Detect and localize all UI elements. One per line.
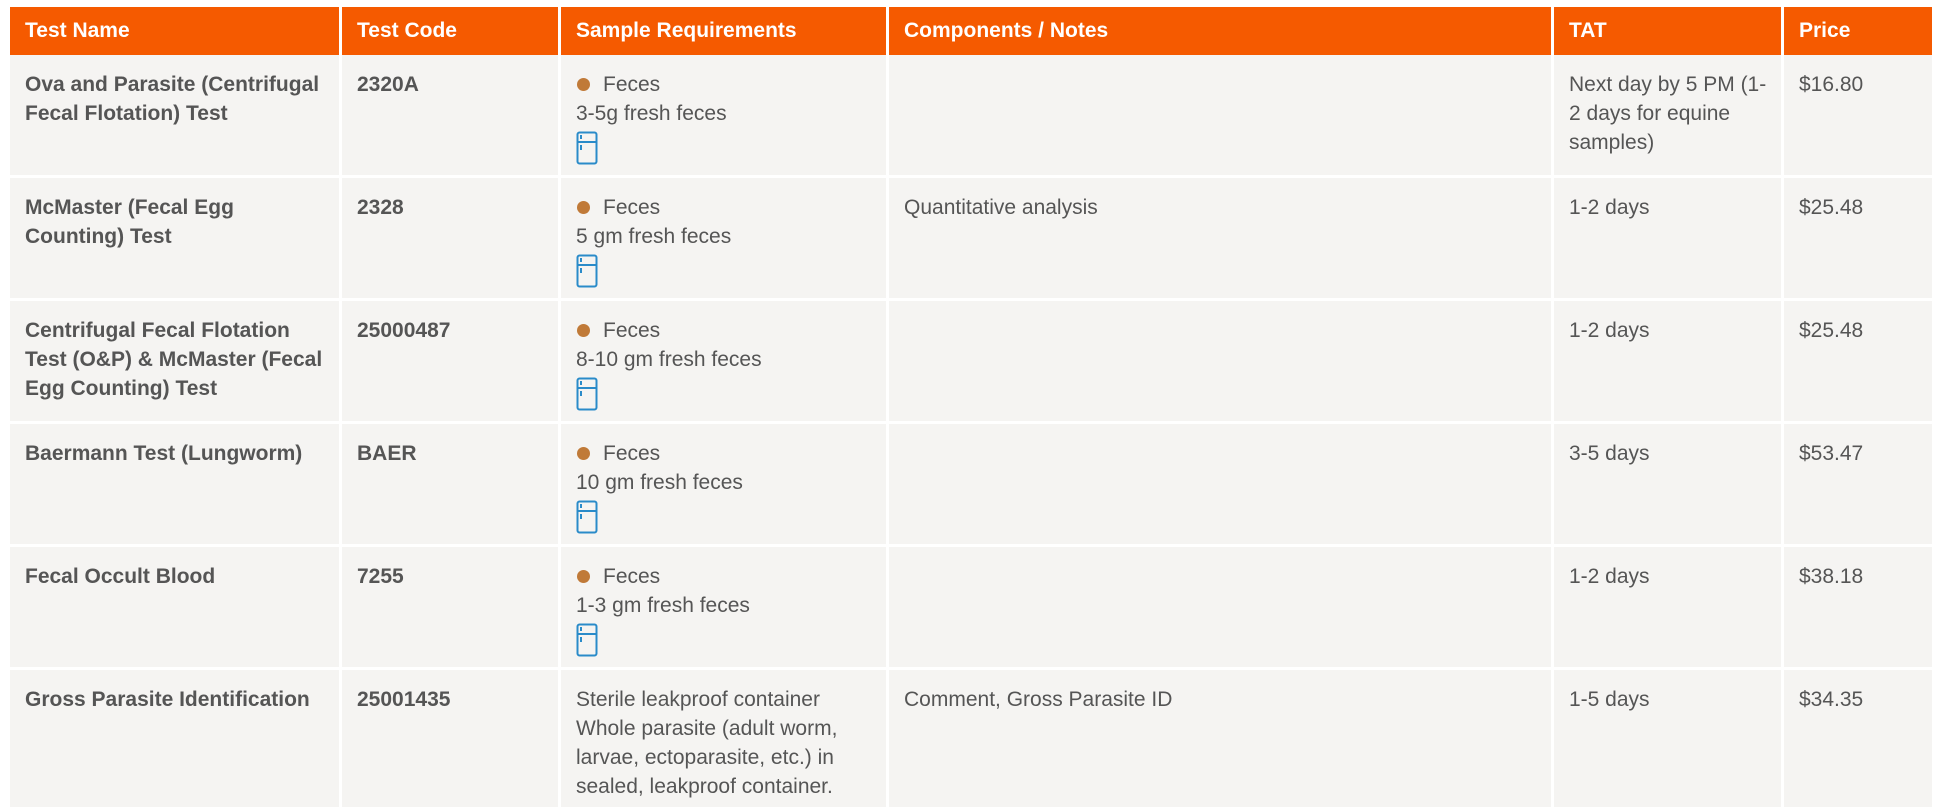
tat-cell: 1-5 days	[1554, 670, 1784, 810]
test-name-cell: Baermann Test (Lungworm)	[10, 424, 342, 547]
sample-requirements-cell: Feces 10 gm fresh feces	[561, 424, 889, 547]
table-row: Gross Parasite Identification 25001435 S…	[10, 670, 1932, 810]
sample-amount: 3-5g fresh feces	[576, 102, 727, 125]
components-notes-cell	[889, 547, 1554, 670]
sample-type-label: Feces	[603, 442, 661, 465]
test-code-cell: 25000487	[342, 301, 561, 424]
table-row: Fecal Occult Blood 7255 Feces 1-3 gm fre…	[10, 547, 1932, 670]
test-code-cell: 7255	[342, 547, 561, 670]
header-tat: TAT	[1554, 7, 1784, 55]
sample-description-text: Whole parasite (adult worm, larvae, ecto…	[576, 717, 838, 798]
tat-cell: 1-2 days	[1554, 547, 1784, 670]
components-notes-cell	[889, 55, 1554, 178]
table-row: Baermann Test (Lungworm) BAER Feces 10 g…	[10, 424, 1932, 547]
sample-amount: 1-3 gm fresh feces	[576, 594, 750, 617]
table-header-row: Test Name Test Code Sample Requirements …	[10, 7, 1932, 55]
components-notes-cell: Quantitative analysis	[889, 178, 1554, 301]
sample-requirements-cell: Feces 3-5g fresh feces	[561, 55, 889, 178]
components-notes-cell	[889, 301, 1554, 424]
sample-type: Feces	[576, 193, 872, 222]
sample-type-label: Feces	[603, 196, 661, 219]
sample-amount: 8-10 gm fresh feces	[576, 348, 762, 371]
sample-type: Feces	[576, 562, 872, 591]
tat-cell: 1-2 days	[1554, 178, 1784, 301]
price-cell: $53.47	[1784, 424, 1932, 547]
price-cell: $25.48	[1784, 178, 1932, 301]
sample-type-label: Feces	[603, 73, 661, 96]
refrigerator-icon	[576, 131, 598, 165]
price-cell: $38.18	[1784, 547, 1932, 670]
sample-dot-icon	[577, 201, 590, 214]
header-sample-requirements: Sample Requirements	[561, 7, 889, 55]
test-name-cell: Gross Parasite Identification	[10, 670, 342, 810]
sample-container-text: Sterile leakproof container	[576, 688, 820, 711]
sample-type-label: Feces	[603, 565, 661, 588]
sample-requirements-cell: Feces 8-10 gm fresh feces	[561, 301, 889, 424]
test-code-cell: 25001435	[342, 670, 561, 810]
sample-dot-icon	[577, 78, 590, 91]
price-cell: $16.80	[1784, 55, 1932, 178]
table-row: Centrifugal Fecal Flotation Test (O&P) &…	[10, 301, 1932, 424]
price-cell: $34.35	[1784, 670, 1932, 810]
header-components-notes: Components / Notes	[889, 7, 1554, 55]
header-price: Price	[1784, 7, 1932, 55]
test-code-cell: 2320A	[342, 55, 561, 178]
sample-type: Feces	[576, 70, 872, 99]
test-name-cell: Fecal Occult Blood	[10, 547, 342, 670]
tat-cell: 1-2 days	[1554, 301, 1784, 424]
refrigerator-icon	[576, 623, 598, 657]
test-name-cell: Centrifugal Fecal Flotation Test (O&P) &…	[10, 301, 342, 424]
header-test-code: Test Code	[342, 7, 561, 55]
tat-cell: 3-5 days	[1554, 424, 1784, 547]
test-code-cell: 2328	[342, 178, 561, 301]
sample-requirements-cell: Feces 1-3 gm fresh feces	[561, 547, 889, 670]
price-cell: $25.48	[1784, 301, 1932, 424]
sample-amount: 10 gm fresh feces	[576, 471, 743, 494]
header-test-name: Test Name	[10, 7, 342, 55]
test-price-table: Test Name Test Code Sample Requirements …	[10, 7, 1932, 810]
sample-dot-icon	[577, 324, 590, 337]
components-notes-cell: Comment, Gross Parasite ID	[889, 670, 1554, 810]
sample-type-label: Feces	[603, 319, 661, 342]
sample-amount: 5 gm fresh feces	[576, 225, 732, 248]
test-code-cell: BAER	[342, 424, 561, 547]
components-notes-cell	[889, 424, 1554, 547]
test-name-cell: McMaster (Fecal Egg Counting) Test	[10, 178, 342, 301]
sample-requirements-cell: Feces 5 gm fresh feces	[561, 178, 889, 301]
sample-type: Feces	[576, 439, 872, 468]
table-row: Ova and Parasite (Centrifugal Fecal Flot…	[10, 55, 1932, 178]
refrigerator-icon	[576, 377, 598, 411]
test-name-cell: Ova and Parasite (Centrifugal Fecal Flot…	[10, 55, 342, 178]
sample-type: Feces	[576, 316, 872, 345]
table-row: McMaster (Fecal Egg Counting) Test 2328 …	[10, 178, 1932, 301]
test-table-container: Test Name Test Code Sample Requirements …	[10, 7, 1932, 810]
sample-requirements-cell: Sterile leakproof container Whole parasi…	[561, 670, 889, 810]
refrigerator-icon	[576, 254, 598, 288]
refrigerator-icon	[576, 500, 598, 534]
tat-cell: Next day by 5 PM (1-2 days for equine sa…	[1554, 55, 1784, 178]
sample-dot-icon	[577, 570, 590, 583]
sample-dot-icon	[577, 447, 590, 460]
